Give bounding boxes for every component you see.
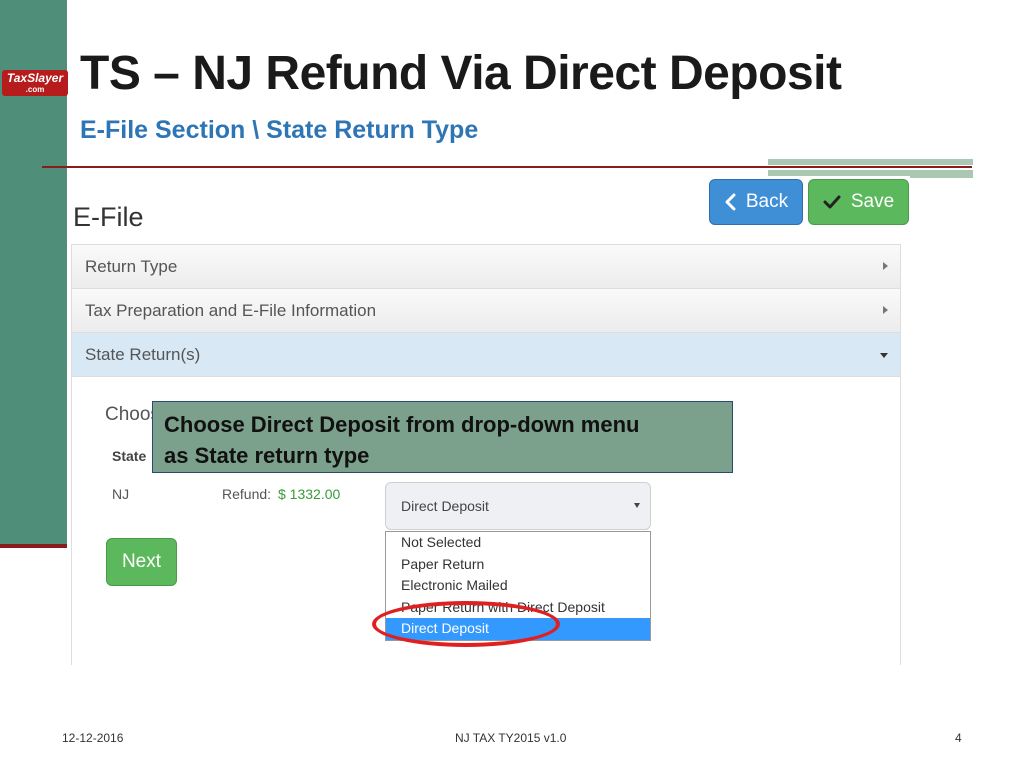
accordion-item-label: State Return(s) (85, 345, 201, 364)
select-current-value: Direct Deposit (401, 498, 489, 514)
callout-line-1: Choose Direct Deposit from drop-down men… (164, 412, 640, 437)
dropdown-option-paper-return-direct-deposit[interactable]: Paper Return with Direct Deposit (386, 597, 650, 619)
dropdown-option-not-selected[interactable]: Not Selected (386, 532, 650, 554)
accordion-item-return-type[interactable]: Return Type (72, 245, 900, 289)
accordion-item-state-returns[interactable]: State Return(s) (72, 333, 900, 377)
left-accent-underline (0, 544, 67, 548)
title-divider (42, 166, 972, 168)
state-code: NJ (112, 486, 130, 502)
decorative-stripe-top (768, 159, 973, 165)
refund-amount: $ 1332.00 (278, 486, 341, 502)
dropdown-option-direct-deposit[interactable]: Direct Deposit (386, 618, 650, 640)
save-button-label: Save (850, 191, 895, 212)
refund-label: Refund: (222, 486, 272, 502)
back-button-label: Back (745, 191, 789, 212)
caret-down-icon (634, 503, 640, 508)
slide-title: TS – NJ Refund Via Direct Deposit (80, 47, 842, 100)
save-button[interactable]: Save (808, 179, 909, 225)
accordion-item-label: Tax Preparation and E-File Information (85, 301, 377, 320)
next-button[interactable]: Next (106, 538, 177, 586)
footer-page-number: 4 (955, 731, 962, 745)
column-header-state: State (112, 448, 147, 464)
chevron-left-icon (724, 193, 736, 211)
check-icon (823, 194, 841, 210)
slide-subtitle: E-File Section \ State Return Type (80, 116, 479, 144)
chevron-right-icon (883, 262, 888, 270)
page-title: E-File (73, 202, 144, 232)
footer-title: NJ TAX TY2015 v1.0 (455, 731, 567, 745)
instruction-callout: Choose Direct Deposit from drop-down men… (152, 401, 733, 473)
chevron-right-icon (883, 306, 888, 314)
state-return-type-select[interactable]: Direct Deposit (385, 482, 651, 530)
back-button[interactable]: Back (709, 179, 803, 225)
dropdown-option-paper-return[interactable]: Paper Return (386, 554, 650, 576)
callout-line-2: as State return type (164, 443, 370, 468)
footer-date: 12-12-2016 (62, 731, 124, 745)
accordion-item-tax-preparation[interactable]: Tax Preparation and E-File Information (72, 289, 900, 333)
dropdown-option-electronic-mailed[interactable]: Electronic Mailed (386, 575, 650, 597)
return-type-dropdown-list: Not Selected Paper Return Electronic Mai… (385, 531, 651, 641)
accordion-item-label: Return Type (85, 257, 178, 276)
taxslayer-logo: TaxSlayer .com (2, 70, 68, 96)
next-button-label: Next (121, 551, 162, 572)
chevron-down-icon (880, 353, 888, 358)
